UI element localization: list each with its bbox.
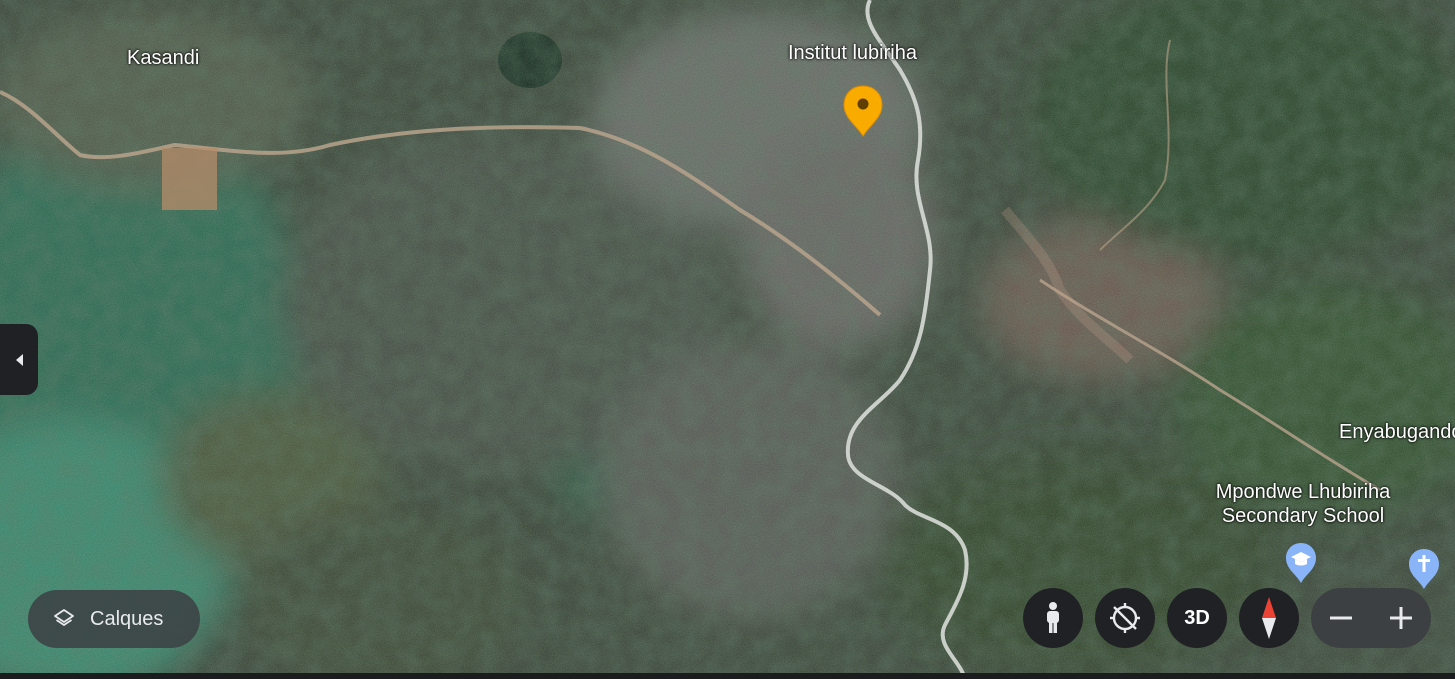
- map-canvas[interactable]: Kasandi Institut lubiriha Enyabugando Mp…: [0, 0, 1455, 679]
- compass-button[interactable]: [1239, 588, 1299, 648]
- school-poi-pin[interactable]: [1285, 542, 1317, 584]
- place-label-school[interactable]: Mpondwe Lhubiriha Secondary School: [1203, 480, 1403, 528]
- view-3d-label: 3D: [1184, 606, 1210, 629]
- tilt-toggle-button[interactable]: [1095, 588, 1155, 648]
- place-label-kasandi[interactable]: Kasandi: [127, 46, 199, 70]
- satellite-imagery[interactable]: [0, 0, 1455, 679]
- layers-label: Calques: [90, 607, 164, 630]
- pegman-icon: [1047, 602, 1059, 633]
- church-poi-pin[interactable]: [1408, 548, 1440, 590]
- school-name-line2: Secondary School: [1221, 505, 1385, 527]
- chevron-left-icon: [16, 353, 23, 366]
- zoom-in-button[interactable]: [1371, 588, 1431, 648]
- zoom-out-button[interactable]: [1311, 588, 1371, 648]
- side-panel-toggle-button[interactable]: [0, 324, 38, 395]
- layers-button[interactable]: Calques: [28, 590, 200, 648]
- place-label-institut[interactable]: Institut lubiriha: [788, 41, 917, 65]
- rotate-off-icon: [1110, 603, 1140, 633]
- bottom-border: [0, 673, 1455, 679]
- street-view-button[interactable]: [1023, 588, 1083, 648]
- minus-icon: [1330, 616, 1352, 620]
- school-name-line1: Mpondwe Lhubiriha: [1215, 481, 1391, 503]
- selected-location-pin-icon[interactable]: [843, 84, 883, 138]
- place-label-enyabugando[interactable]: Enyabugando: [1339, 420, 1455, 444]
- layers-icon: [52, 607, 76, 631]
- zoom-controls: [1311, 588, 1431, 648]
- compass-icon: [1262, 597, 1276, 639]
- plus-icon: [1390, 607, 1412, 629]
- view-3d-button[interactable]: 3D: [1167, 588, 1227, 648]
